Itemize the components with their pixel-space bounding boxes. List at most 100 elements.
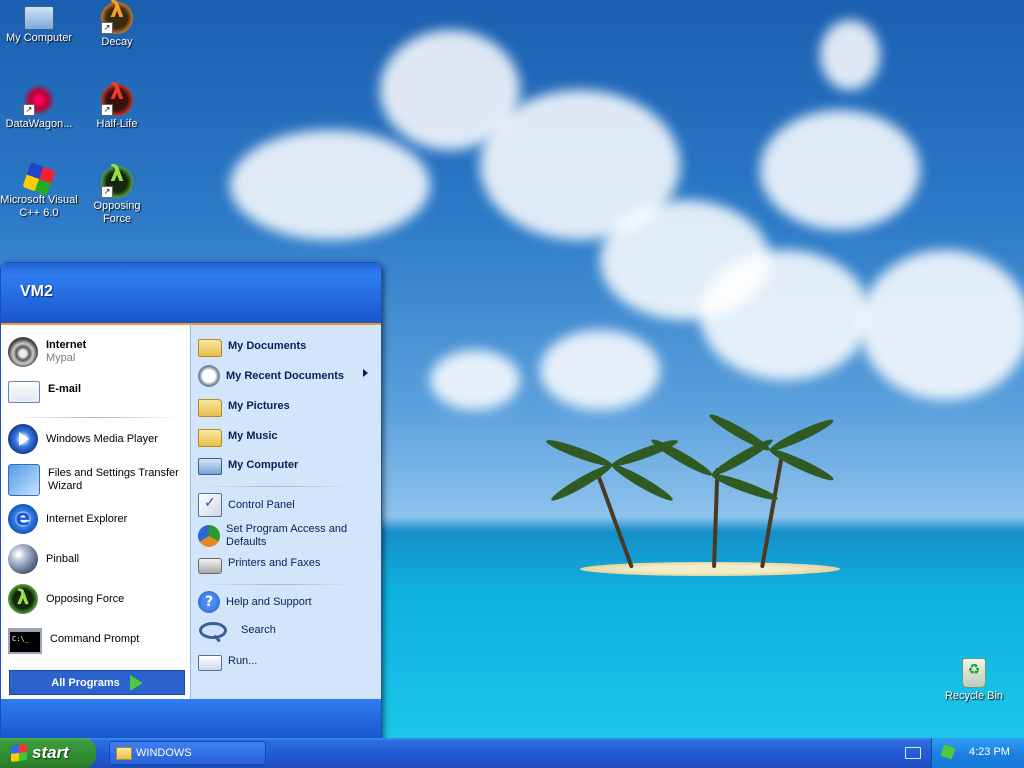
search-icon xyxy=(199,622,227,639)
transfer-wizard-icon xyxy=(8,464,40,496)
desktop-icon-label: Decay xyxy=(101,36,133,48)
half-life-icon: ↗ xyxy=(101,166,133,198)
menu-separator xyxy=(11,417,179,418)
network-icon[interactable] xyxy=(940,744,956,760)
desktop-icon-label: Opposing Force xyxy=(93,200,141,225)
palm-frond xyxy=(767,415,836,455)
start-menu-footer xyxy=(1,699,381,739)
menu-item-label: Control Panel xyxy=(228,498,295,511)
menu-item-command-prompt[interactable]: C:\_ Command Prompt xyxy=(8,624,188,654)
menu-item-label: Command Prompt xyxy=(50,632,140,645)
menu-item-printers-and-faxes[interactable]: Printers and Faxes xyxy=(198,553,374,574)
palm-frond xyxy=(609,460,676,505)
menu-item-title: E-mail xyxy=(48,383,82,395)
desktop-icon-datawagon[interactable]: ↗ DataWagon... xyxy=(0,84,78,131)
desktop-icon-visual-cpp[interactable]: Microsoft Visual C++ 6.0 xyxy=(0,162,78,220)
menu-item-search[interactable]: Search xyxy=(198,621,374,639)
desktop-icon-label: Microsoft Visual C++ 6.0 xyxy=(0,194,78,219)
shortcut-arrow-icon: ↗ xyxy=(101,186,113,198)
start-button[interactable]: start xyxy=(0,738,96,768)
menu-item-transfer-wizard[interactable]: Files and Settings Transfer Wizard xyxy=(8,464,188,496)
desktop-icon-decay[interactable]: ↗ Decay xyxy=(78,2,156,49)
wallpaper-cloud xyxy=(540,330,660,410)
menu-item-label: Files and Settings Transfer Wizard xyxy=(48,467,179,492)
menu-item-internet-explorer[interactable]: Internet Explorer xyxy=(8,504,188,534)
start-menu-header: VM2 xyxy=(1,263,381,325)
windows-flag-icon xyxy=(11,744,27,762)
start-label: start xyxy=(32,743,69,762)
desktop-icon-half-life[interactable]: ↗ Half-Life xyxy=(78,84,156,131)
visual-cpp-icon xyxy=(22,162,56,196)
menu-item-internet[interactable]: Internet Mypal xyxy=(8,337,188,367)
wallpaper-cloud xyxy=(700,250,870,380)
palm-frond xyxy=(648,435,715,480)
wallpaper-island xyxy=(580,562,840,576)
clock[interactable]: 4:23 PM xyxy=(969,746,1010,758)
menu-item-set-program-access[interactable]: Set Program Access and Defaults xyxy=(198,523,374,549)
desktop-icon-label: Half-Life xyxy=(96,118,138,130)
green-arrow-icon xyxy=(129,674,143,691)
folder-icon xyxy=(198,429,222,447)
menu-item-label: My Documents xyxy=(228,339,307,352)
shortcut-arrow-icon: ↗ xyxy=(101,104,113,116)
keyboard-icon[interactable] xyxy=(905,747,921,759)
user-name: VM2 xyxy=(20,283,53,300)
menu-item-my-computer[interactable]: My Computer xyxy=(198,455,374,475)
taskbar-item-windows[interactable]: WINDOWS xyxy=(109,741,266,765)
folder-icon xyxy=(116,746,132,760)
palm-trunk xyxy=(712,467,720,569)
menu-item-email[interactable]: E-mail xyxy=(8,376,188,403)
menu-item-label: Opposing Force xyxy=(46,592,125,605)
shortcut-arrow-icon: ↗ xyxy=(23,104,35,116)
pinball-icon xyxy=(8,544,38,574)
mail-icon xyxy=(8,381,40,403)
shortcut-arrow-icon: ↗ xyxy=(101,22,113,34)
menu-item-my-pictures[interactable]: My Pictures xyxy=(198,395,374,417)
menu-item-label: Run... xyxy=(228,654,258,667)
folder-icon xyxy=(198,399,222,417)
menu-item-help-and-support[interactable]: ? Help and Support xyxy=(198,591,374,613)
menu-item-opposing-force[interactable]: Opposing Force xyxy=(8,584,188,614)
desktop-icon-recycle-bin[interactable]: Recycle Bin xyxy=(935,658,1013,703)
menu-item-label: My Recent Documents xyxy=(226,369,344,382)
taskbar-item-label: WINDOWS xyxy=(136,747,192,759)
taskbar: start WINDOWS 4:23 PM xyxy=(0,738,1024,768)
all-programs-button[interactable]: All Programs xyxy=(9,670,185,695)
desktop-icon-label: DataWagon... xyxy=(5,118,73,130)
menu-item-run[interactable]: Run... xyxy=(198,651,374,671)
printer-icon xyxy=(198,558,222,574)
palm-frond xyxy=(710,470,780,504)
menu-item-label: Search xyxy=(241,623,276,636)
menu-item-my-recent-documents[interactable]: My Recent Documents xyxy=(198,365,374,387)
menu-item-pinball[interactable]: Pinball xyxy=(8,544,188,574)
menu-item-label: Set Program Access and Defaults xyxy=(226,523,348,548)
menu-item-my-music[interactable]: My Music xyxy=(198,425,374,447)
palm-frond xyxy=(544,436,614,470)
desktop-icon-my-computer[interactable]: My Computer xyxy=(0,2,78,45)
desktop-icon-label: Recycle Bin xyxy=(944,690,1004,702)
start-menu: VM2 Internet Mypal E-mail Windows Media … xyxy=(0,262,382,740)
program-access-icon xyxy=(198,525,220,547)
system-tray: 4:23 PM xyxy=(931,738,1024,768)
wallpaper-cloud xyxy=(820,20,880,90)
half-life-icon: ↗ xyxy=(101,84,133,116)
media-player-icon xyxy=(8,424,38,454)
menu-item-my-documents[interactable]: My Documents xyxy=(198,335,374,357)
recycle-bin-icon xyxy=(962,658,986,688)
menu-item-control-panel[interactable]: Control Panel xyxy=(198,493,374,517)
menu-item-label: My Music xyxy=(228,429,278,442)
all-programs-label: All Programs xyxy=(51,676,120,689)
datawagon-icon: ↗ xyxy=(23,84,55,116)
wallpaper-cloud xyxy=(430,350,520,410)
menu-item-windows-media-player[interactable]: Windows Media Player xyxy=(8,424,188,454)
desktop-icon-opposing-force[interactable]: ↗ Opposing Force xyxy=(78,166,156,226)
desktop-icon-label: My Computer xyxy=(5,32,73,44)
wallpaper-cloud xyxy=(860,250,1024,400)
submenu-arrow-icon xyxy=(363,369,368,377)
menu-separator xyxy=(201,584,353,585)
menu-item-subtitle: Mypal xyxy=(46,352,76,364)
wallpaper-cloud xyxy=(760,110,920,230)
ie-icon xyxy=(8,504,38,534)
palm-frond xyxy=(706,410,773,455)
menu-item-label: Help and Support xyxy=(226,595,312,608)
